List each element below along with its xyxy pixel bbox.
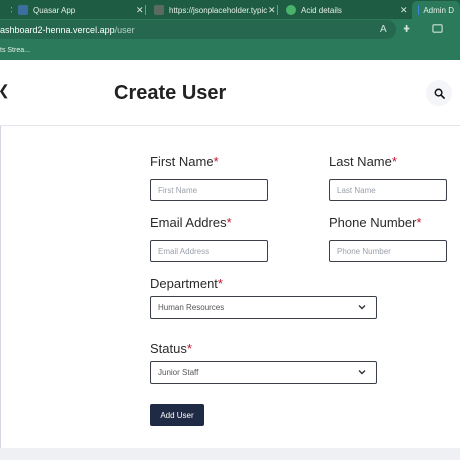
chevron-down-icon bbox=[358, 370, 366, 375]
close-icon[interactable]: ✕ bbox=[268, 5, 276, 16]
status-label: Status* bbox=[150, 341, 192, 356]
quasar-favicon-icon bbox=[18, 5, 28, 15]
search-icon bbox=[434, 88, 445, 99]
first-name-input[interactable]: First Name bbox=[150, 179, 268, 201]
required-asterisk: * bbox=[391, 154, 397, 169]
phone-placeholder: Phone Number bbox=[337, 246, 391, 256]
page-header: ❮ Create User bbox=[0, 60, 460, 126]
tab-quasar-app[interactable]: Quasar App ✕ bbox=[12, 1, 146, 19]
last-name-label-text: Last Name bbox=[329, 154, 392, 169]
extensions-icon[interactable] bbox=[402, 23, 413, 37]
last-name-label: Last Name* bbox=[329, 154, 397, 169]
add-user-button[interactable]: Add User bbox=[150, 404, 204, 426]
page-favicon-icon bbox=[154, 5, 164, 15]
required-asterisk: * bbox=[213, 154, 219, 169]
browser-tab-strip: ✕ Quasar App ✕ https://jsonplaceholder.t… bbox=[0, 0, 460, 19]
status-select[interactable]: Junior Staff bbox=[150, 361, 377, 384]
search-button[interactable] bbox=[426, 80, 452, 106]
first-name-placeholder: First Name bbox=[158, 185, 198, 195]
url-path: /user bbox=[114, 24, 135, 35]
tab-separator bbox=[145, 5, 146, 15]
phone-label: Phone Number* bbox=[329, 215, 422, 230]
department-selected-value: Human Resources bbox=[158, 303, 225, 312]
tab-admin-dashboard[interactable]: Admin D bbox=[412, 1, 460, 19]
required-asterisk: * bbox=[226, 215, 232, 230]
department-label-text: Department bbox=[150, 276, 218, 291]
url-host: ashboard2-henna.vercel.app bbox=[0, 24, 115, 35]
required-asterisk: * bbox=[416, 215, 422, 230]
tab-close-partial[interactable]: ✕ bbox=[0, 1, 12, 19]
tab-jsonplaceholder[interactable]: https://jsonplaceholder.typic ✕ bbox=[148, 1, 278, 19]
favorites-icon[interactable] bbox=[432, 23, 443, 37]
tab-label: Quasar App bbox=[33, 5, 76, 15]
phone-label-text: Phone Number bbox=[329, 215, 417, 230]
last-name-placeholder: Last Name bbox=[337, 185, 376, 195]
tab-separator bbox=[277, 5, 278, 15]
vue-favicon-icon bbox=[286, 5, 296, 15]
required-asterisk: * bbox=[217, 276, 223, 291]
page-footer-strip bbox=[0, 448, 460, 460]
email-input[interactable]: Email Address bbox=[150, 240, 268, 262]
chevron-down-icon bbox=[358, 305, 366, 310]
bookmarks-bar: ts Strea... bbox=[0, 40, 460, 60]
tab-label: Admin D bbox=[423, 5, 454, 15]
address-bar-row: ashboard2-henna.vercel.app/user A bbox=[0, 19, 460, 40]
email-placeholder: Email Address bbox=[158, 246, 210, 256]
close-icon[interactable]: ✕ bbox=[400, 5, 408, 16]
read-aloud-icon[interactable]: A bbox=[380, 24, 387, 35]
first-name-label: First Name* bbox=[150, 154, 219, 169]
email-label-text: Email Addres bbox=[150, 215, 227, 230]
department-label: Department* bbox=[150, 276, 223, 291]
tab-acid-details[interactable]: Acid details ✕ bbox=[280, 1, 410, 19]
department-select[interactable]: Human Resources bbox=[150, 296, 377, 319]
page-title: Create User bbox=[114, 82, 227, 104]
status-selected-value: Junior Staff bbox=[158, 368, 199, 377]
last-name-input[interactable]: Last Name bbox=[329, 179, 447, 201]
close-icon[interactable]: ✕ bbox=[136, 5, 144, 16]
tab-label: Acid details bbox=[301, 5, 342, 15]
bookmark-item[interactable]: ts Strea... bbox=[0, 47, 30, 54]
address-bar[interactable]: ashboard2-henna.vercel.app/user A bbox=[0, 20, 396, 39]
tab-label: https://jsonplaceholder.typic bbox=[169, 5, 268, 15]
phone-input[interactable]: Phone Number bbox=[329, 240, 447, 262]
first-name-label-text: First Name bbox=[150, 154, 214, 169]
status-label-text: Status bbox=[150, 341, 187, 356]
chevron-left-icon[interactable]: ❮ bbox=[0, 82, 10, 99]
required-asterisk: * bbox=[186, 341, 192, 356]
form-panel bbox=[1, 126, 460, 460]
email-label: Email Addres* bbox=[150, 215, 232, 230]
